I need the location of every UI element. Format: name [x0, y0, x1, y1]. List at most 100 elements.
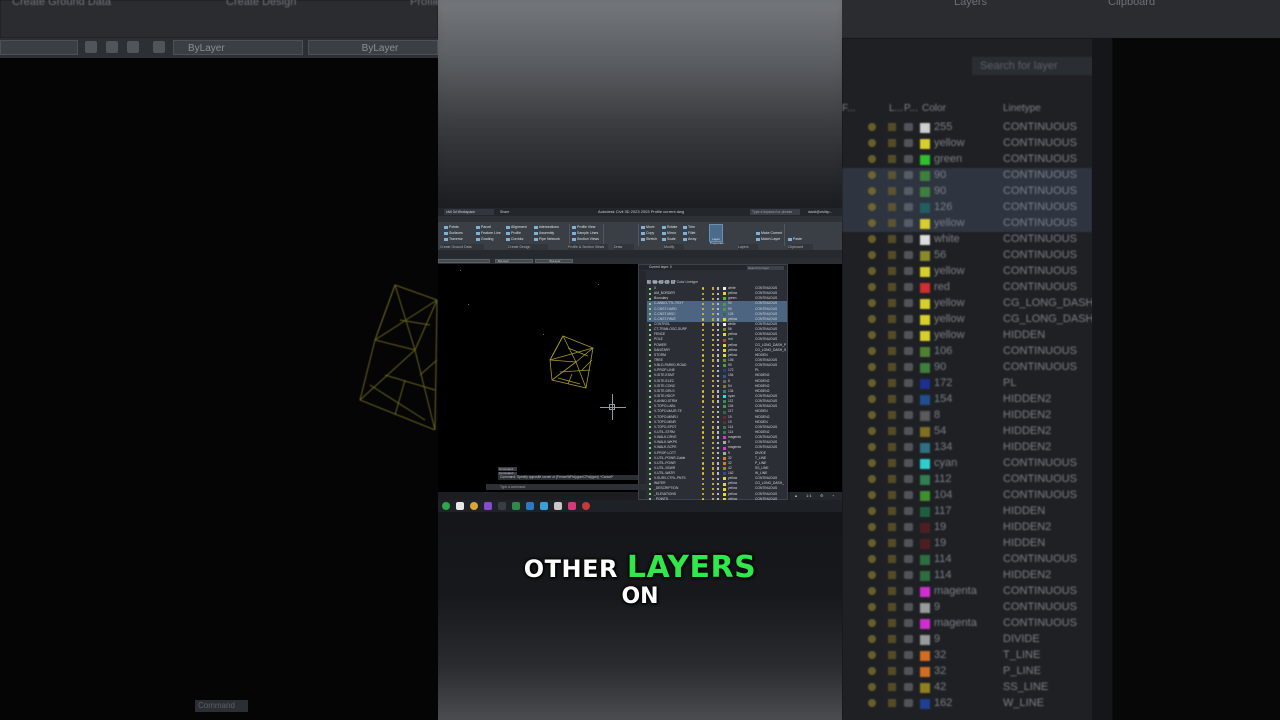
printer-icon[interactable] [717, 410, 720, 414]
lock-icon[interactable] [712, 431, 715, 434]
lightbulb-icon[interactable] [702, 307, 705, 311]
color-swatch[interactable] [723, 374, 726, 378]
array-button[interactable]: Array [683, 237, 696, 242]
color-swatch[interactable] [723, 343, 726, 347]
color-swatch[interactable] [723, 395, 726, 399]
share-button[interactable]: Share [500, 208, 509, 216]
lightbulb-icon[interactable] [702, 493, 705, 496]
lock-icon[interactable] [712, 328, 715, 331]
rotate-button[interactable]: Rotate [662, 225, 677, 230]
printer-icon[interactable] [717, 343, 720, 347]
lightbulb-icon[interactable] [702, 354, 705, 357]
printer-icon[interactable] [717, 421, 720, 424]
lock-icon[interactable] [712, 487, 715, 491]
points-button[interactable]: Points [444, 225, 459, 230]
lightbulb-icon[interactable] [702, 482, 705, 486]
printer-icon[interactable] [717, 493, 720, 496]
lightbulb-icon[interactable] [702, 395, 705, 398]
printer-icon[interactable] [717, 313, 720, 316]
paste-button[interactable]: Paste [788, 237, 802, 242]
lightbulb-icon[interactable] [702, 436, 705, 439]
printer-icon[interactable] [717, 457, 720, 460]
color-swatch[interactable] [723, 461, 726, 465]
printer-icon[interactable] [717, 472, 720, 475]
printer-icon[interactable] [717, 395, 720, 398]
color-swatch[interactable] [723, 436, 726, 440]
printer-icon[interactable] [717, 451, 720, 455]
linetype-dropdown[interactable]: ByLayer [535, 259, 573, 263]
model-space-icon[interactable]: ▲ [794, 493, 798, 498]
profile-button[interactable]: Profile [506, 231, 521, 236]
color-swatch[interactable] [723, 477, 726, 481]
color-swatch[interactable] [723, 492, 726, 496]
printer-icon[interactable] [717, 441, 720, 444]
color-swatch[interactable] [723, 307, 726, 311]
printer-icon[interactable] [717, 338, 720, 342]
lock-icon[interactable] [712, 302, 715, 306]
printer-icon[interactable] [717, 379, 720, 383]
corridor-button[interactable]: Corridor [506, 237, 524, 242]
mirror-button[interactable]: Mirror [662, 231, 676, 236]
lock-icon[interactable] [712, 307, 715, 311]
lightbulb-icon[interactable] [702, 400, 705, 403]
printer-icon[interactable] [717, 374, 720, 378]
color-swatch[interactable] [723, 359, 726, 363]
lock-icon[interactable] [712, 482, 715, 486]
lock-icon[interactable] [712, 374, 715, 378]
lightbulb-icon[interactable] [702, 385, 705, 388]
lock-icon[interactable] [712, 313, 715, 316]
lightbulb-icon[interactable] [702, 472, 705, 475]
lock-icon[interactable] [712, 364, 715, 367]
workspace-tab[interactable]: civil 3d Workspace [444, 209, 494, 215]
lock-icon[interactable] [712, 318, 715, 321]
lock-icon[interactable] [712, 369, 715, 373]
lock-icon[interactable] [712, 410, 715, 414]
lock-icon[interactable] [712, 441, 715, 444]
color-swatch[interactable] [723, 487, 726, 491]
lightbulb-icon[interactable] [702, 405, 705, 409]
lock-icon[interactable] [712, 385, 715, 388]
lock-icon[interactable] [712, 297, 715, 301]
edge-icon[interactable] [526, 502, 534, 510]
lightbulb-icon[interactable] [702, 426, 705, 429]
lock-icon[interactable] [712, 390, 715, 393]
recorder-icon[interactable] [582, 502, 590, 510]
lock-icon[interactable] [712, 359, 715, 362]
lock-icon[interactable] [712, 333, 715, 337]
printer-icon[interactable] [717, 323, 720, 326]
printer-icon[interactable] [717, 415, 720, 419]
lightbulb-icon[interactable] [702, 462, 705, 465]
trim-button[interactable]: Trim [683, 225, 695, 230]
lock-icon[interactable] [712, 405, 715, 409]
lock-icon[interactable] [712, 415, 715, 419]
color-swatch[interactable] [723, 431, 726, 435]
printer-icon[interactable] [717, 462, 720, 465]
lock-icon[interactable] [712, 287, 715, 290]
color-swatch[interactable] [723, 482, 726, 486]
color-swatch[interactable] [723, 354, 726, 358]
color-swatch[interactable] [723, 369, 726, 373]
intersections-button[interactable]: Intersections [534, 225, 559, 230]
lock-icon[interactable] [712, 400, 715, 403]
surfaces-button[interactable]: Surfaces [444, 231, 463, 236]
parcel-button[interactable]: Parcel [476, 225, 491, 230]
lock-icon[interactable] [712, 477, 715, 480]
printer-icon[interactable] [717, 297, 720, 301]
printer-icon[interactable] [717, 333, 720, 337]
lock-icon[interactable] [712, 349, 715, 352]
lightbulb-icon[interactable] [702, 451, 705, 455]
lightbulb-icon[interactable] [702, 359, 705, 362]
lightbulb-icon[interactable] [702, 349, 705, 352]
start-icon[interactable] [442, 502, 450, 510]
civil3d-icon[interactable] [568, 502, 576, 510]
lightbulb-icon[interactable] [702, 457, 705, 460]
pipe-network-button[interactable]: Pipe Network [534, 237, 560, 242]
color-swatch[interactable] [723, 384, 726, 388]
printer-icon[interactable] [717, 446, 720, 450]
outlook-icon[interactable] [540, 502, 548, 510]
color-swatch[interactable] [723, 302, 726, 306]
color-swatch[interactable] [723, 446, 726, 450]
lock-icon[interactable] [712, 493, 715, 496]
color-swatch[interactable] [723, 318, 726, 322]
printer-icon[interactable] [717, 431, 720, 434]
